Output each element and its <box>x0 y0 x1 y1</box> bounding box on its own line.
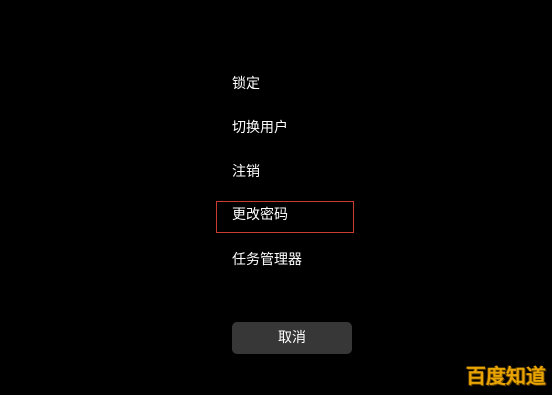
lock-option[interactable]: 锁定 <box>232 74 260 94</box>
change-password-option[interactable]: 更改密码 <box>232 205 288 225</box>
task-manager-option[interactable]: 任务管理器 <box>232 250 302 270</box>
watermark-logo: 百度知道 <box>466 364 546 388</box>
cancel-button[interactable]: 取消 <box>232 322 352 354</box>
switch-user-option[interactable]: 切换用户 <box>232 118 288 138</box>
security-options-screen: 锁定 切换用户 注销 更改密码 任务管理器 取消 百度知道 <box>0 0 552 395</box>
sign-out-option[interactable]: 注销 <box>232 162 260 182</box>
